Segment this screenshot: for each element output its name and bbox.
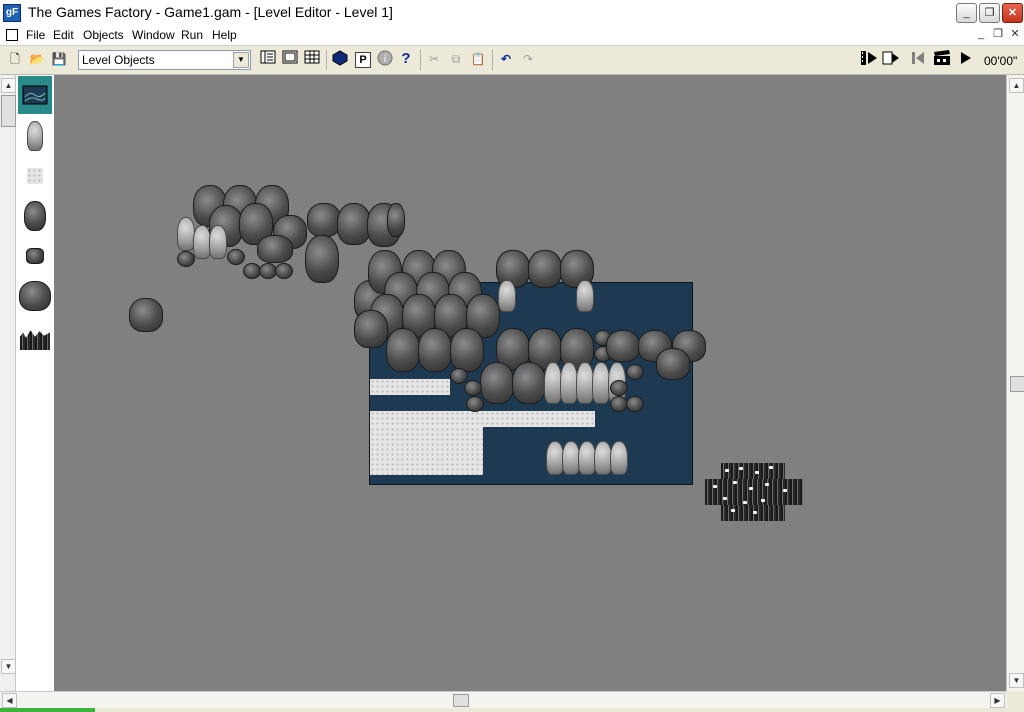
tree-icon: [24, 201, 46, 231]
chevron-down-icon[interactable]: ▼: [233, 52, 249, 68]
scroll-up-icon[interactable]: ▲: [1009, 78, 1024, 93]
bush-icon: [19, 281, 51, 311]
clapperboard-icon[interactable]: [933, 50, 951, 68]
object-bush[interactable]: [18, 279, 52, 313]
redo-icon[interactable]: ↷: [519, 50, 537, 68]
paste-icon[interactable]: 📋: [469, 50, 487, 68]
copy-icon[interactable]: ⧉: [447, 50, 465, 68]
level-editor-canvas[interactable]: [55, 75, 1006, 691]
pine-row[interactable]: [546, 441, 628, 475]
undo-icon[interactable]: ↶: [497, 50, 515, 68]
cut-icon[interactable]: ✂: [425, 50, 443, 68]
level-objects-panel: ▲ ▼: [0, 75, 55, 691]
scroll-down-icon[interactable]: ▼: [1, 659, 16, 674]
library-icon[interactable]: [331, 50, 349, 68]
mdi-close-button[interactable]: ✕: [1008, 28, 1022, 41]
run-application-icon[interactable]: [860, 50, 878, 68]
info-icon[interactable]: i: [376, 50, 394, 68]
menu-objects[interactable]: Objects: [80, 27, 127, 43]
horizontal-scrollbar[interactable]: ◀ ▶: [0, 691, 1007, 709]
object-list-value: Level Objects: [82, 53, 155, 67]
scroll-left-icon[interactable]: ◀: [2, 693, 17, 708]
time-readout: 00'00": [984, 54, 1018, 68]
grass-icon: [20, 330, 50, 350]
object-backdrop[interactable]: [18, 76, 52, 114]
storyboard-editor-icon[interactable]: [259, 50, 277, 68]
title-bar: gF The Games Factory - Game1.gam - [Leve…: [0, 0, 1024, 26]
toolbar: 🗋 📂 💾 Level Objects ▼ P i ? ✂ ⧉ 📋 ↶ ↷ 00…: [0, 46, 1024, 75]
objects-panel-scrollbar[interactable]: ▲ ▼: [0, 75, 16, 691]
scrollbar-thumb[interactable]: [1, 95, 16, 127]
central-forest[interactable]: [354, 250, 714, 412]
pine-tree-icon: [27, 121, 43, 151]
svg-text:i: i: [384, 54, 387, 65]
close-button[interactable]: ✕: [1002, 3, 1023, 23]
scroll-down-icon[interactable]: ▼: [1009, 673, 1024, 688]
object-tree[interactable]: [18, 199, 52, 233]
snow-strip[interactable]: [370, 411, 595, 427]
play-icon[interactable]: [956, 50, 974, 68]
rock-icon: [26, 248, 44, 264]
level-editor-icon[interactable]: [281, 50, 299, 68]
document-icon[interactable]: [6, 29, 18, 41]
flower-grass-patch[interactable]: [705, 463, 803, 523]
toolbar-separator: [326, 50, 327, 70]
menu-bar: File Edit Objects Window Run Help _ ❐ ✕: [0, 25, 1024, 46]
toolbar-separator: [420, 50, 421, 70]
object-list-select[interactable]: Level Objects ▼: [78, 50, 251, 70]
scrollbar-corner: [1007, 691, 1024, 708]
mdi-minimize-button[interactable]: _: [974, 28, 988, 41]
minimize-button[interactable]: _: [956, 3, 977, 23]
menu-window[interactable]: Window: [129, 27, 178, 43]
mdi-restore-button[interactable]: ❐: [991, 28, 1005, 41]
menu-run[interactable]: Run: [178, 27, 206, 43]
scrollbar-thumb[interactable]: [1010, 376, 1024, 392]
window-title: The Games Factory - Game1.gam - [Level E…: [28, 4, 393, 20]
app-icon: gF: [3, 4, 21, 22]
restart-icon[interactable]: [909, 50, 927, 68]
menu-file[interactable]: File: [23, 27, 48, 43]
taskbar-strip: [0, 708, 95, 712]
open-folder-icon[interactable]: 📂: [28, 50, 46, 68]
object-pine-tree[interactable]: [18, 119, 52, 153]
backdrop-icon: [22, 85, 48, 105]
object-snow-tile[interactable]: [18, 165, 52, 187]
menu-help[interactable]: Help: [209, 27, 240, 43]
scroll-right-icon[interactable]: ▶: [990, 693, 1005, 708]
object-rock[interactable]: [18, 245, 52, 267]
run-level-icon[interactable]: [882, 50, 900, 68]
object-grass[interactable]: [18, 325, 52, 353]
event-editor-icon[interactable]: [303, 50, 321, 68]
scrollbar-thumb[interactable]: [453, 694, 469, 707]
status-bar: [0, 708, 1024, 712]
vertical-scrollbar[interactable]: ▲ ▼: [1006, 75, 1024, 691]
scroll-up-icon[interactable]: ▲: [1, 78, 16, 93]
toolbar-separator: [492, 50, 493, 70]
new-file-icon[interactable]: 🗋: [6, 50, 24, 68]
snow-tile-icon: [27, 168, 43, 184]
save-disk-icon[interactable]: 💾: [50, 50, 68, 68]
snow-field[interactable]: [370, 427, 483, 475]
menu-edit[interactable]: Edit: [50, 27, 77, 43]
help-icon[interactable]: ?: [397, 50, 415, 68]
bush-sprite[interactable]: [129, 298, 163, 332]
properties-icon[interactable]: P: [355, 52, 371, 68]
maximize-button[interactable]: ❐: [979, 3, 1000, 23]
